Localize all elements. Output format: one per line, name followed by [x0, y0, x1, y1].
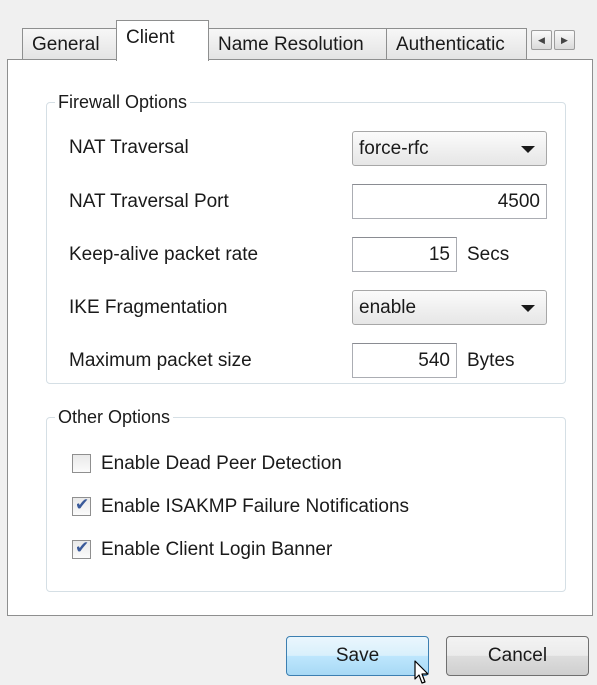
cancel-button[interactable]: Cancel: [446, 636, 589, 676]
ike-fragmentation-value: enable: [359, 297, 417, 318]
keepalive-rate-label: Keep-alive packet rate: [69, 244, 259, 265]
mouse-pointer-icon: [414, 660, 429, 684]
isakmp-failure-notifications-label: Enable ISAKMP Failure Notifications: [101, 496, 410, 517]
client-login-banner-checkbox[interactable]: ✔: [72, 538, 91, 559]
ike-fragmentation-label: IKE Fragmentation: [69, 297, 228, 318]
ike-fragmentation-select[interactable]: enable: [352, 290, 547, 325]
firewall-options-title: Firewall Options: [55, 90, 191, 114]
checkmark-icon: ✔: [75, 495, 90, 514]
arrow-right-icon: ▶: [561, 35, 568, 45]
save-button[interactable]: Save: [286, 636, 429, 676]
max-packet-size-input[interactable]: 540: [352, 343, 457, 378]
nat-traversal-label: NAT Traversal: [69, 137, 189, 158]
checkmark-icon: ✔: [75, 538, 90, 557]
dead-peer-detection-label: Enable Dead Peer Detection: [101, 453, 342, 474]
tab-client[interactable]: Client: [116, 20, 209, 61]
nat-traversal-select[interactable]: force-rfc: [352, 131, 547, 166]
tab-name-resolution[interactable]: Name Resolution: [208, 28, 387, 60]
max-packet-size-label: Maximum packet size: [69, 350, 252, 371]
chevron-down-icon: [521, 305, 535, 312]
nat-traversal-value: force-rfc: [359, 138, 429, 159]
client-login-banner-label: Enable Client Login Banner: [101, 539, 333, 560]
tab-general[interactable]: General: [22, 28, 117, 60]
other-options-title: Other Options: [55, 405, 174, 429]
firewall-options-group: Firewall Options NAT Traversal force-rfc…: [46, 90, 566, 384]
client-tab-page: Firewall Options NAT Traversal force-rfc…: [7, 59, 593, 616]
max-packet-size-unit: Bytes: [467, 350, 515, 371]
arrow-left-icon: ◀: [538, 35, 545, 45]
keepalive-rate-input[interactable]: 15: [352, 237, 457, 272]
tab-scroll-left-button[interactable]: ◀: [531, 30, 552, 50]
dead-peer-detection-checkbox[interactable]: [72, 454, 91, 473]
chevron-down-icon: [521, 146, 535, 153]
tab-scroll-right-button[interactable]: ▶: [554, 30, 575, 50]
other-options-group: Other Options Enable Dead Peer Detection…: [46, 405, 566, 592]
tab-strip: General Client Name Resolution Authentic…: [22, 20, 592, 61]
tab-authentication[interactable]: Authenticatic: [386, 28, 527, 60]
nat-traversal-port-input[interactable]: 4500: [352, 184, 547, 219]
isakmp-failure-notifications-checkbox[interactable]: ✔: [72, 495, 91, 516]
keepalive-unit: Secs: [467, 244, 510, 265]
nat-traversal-port-label: NAT Traversal Port: [69, 191, 229, 212]
